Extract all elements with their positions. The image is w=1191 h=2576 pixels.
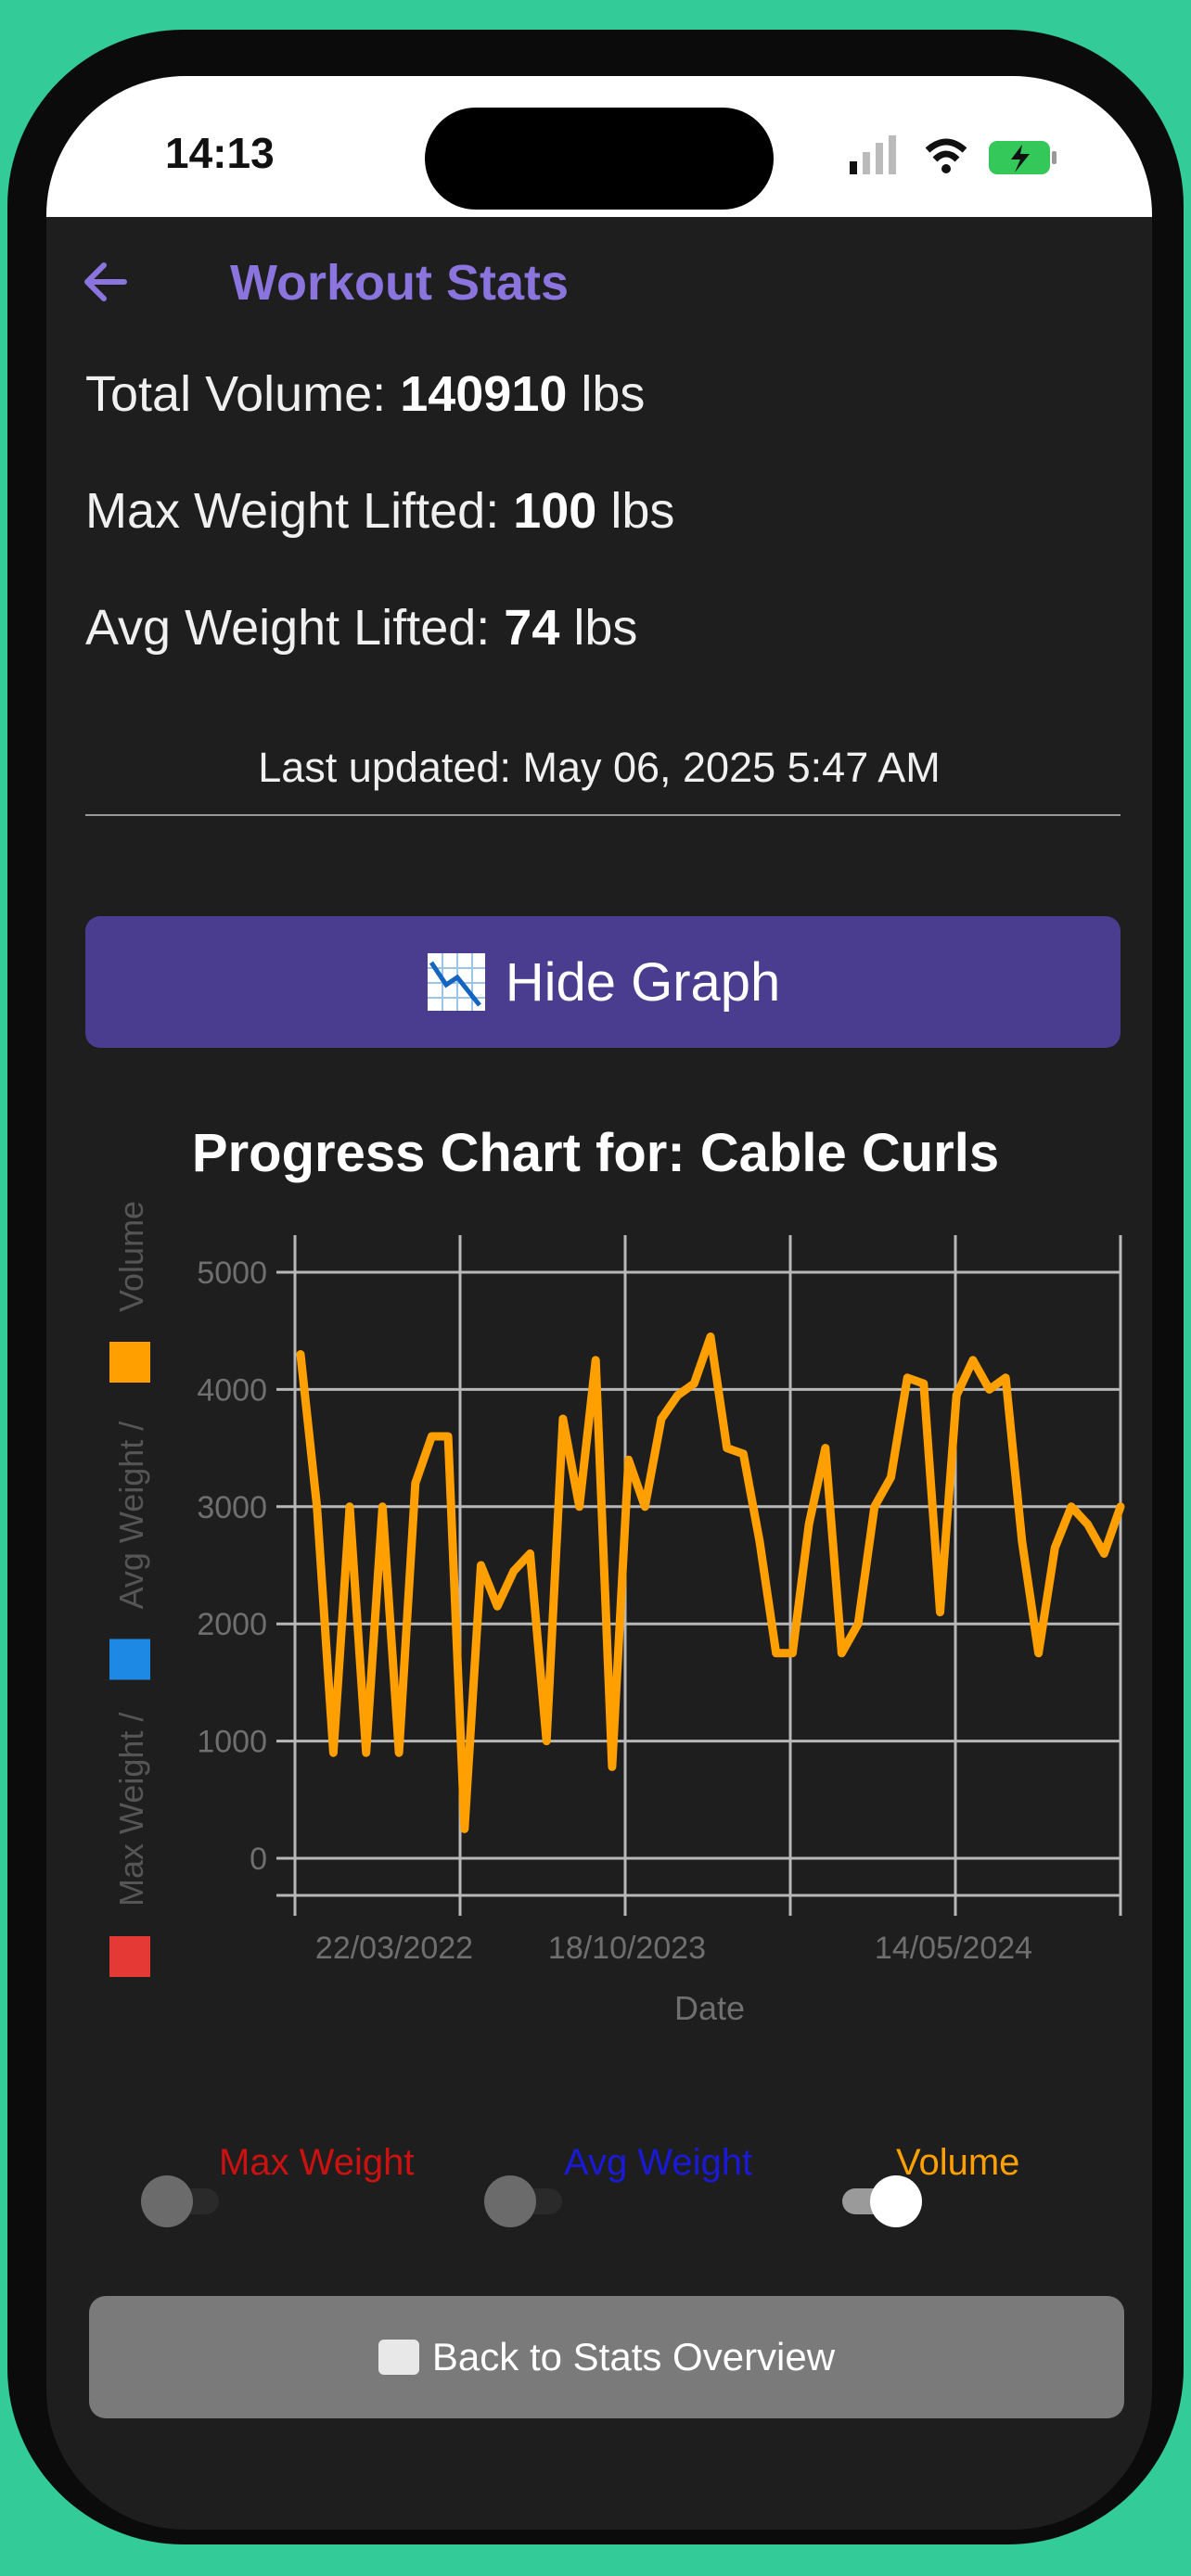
back-to-stats-label: Back to Stats Overview bbox=[431, 2335, 836, 2378]
y-axis-legend: Max Weight / Avg Weight / Volume bbox=[109, 1201, 150, 1977]
y-tick-label: 5000 bbox=[197, 1256, 267, 1291]
legend-swatch bbox=[109, 1936, 150, 1977]
legend-label: Avg Weight / bbox=[112, 1422, 150, 1610]
legend-swatch bbox=[109, 1342, 150, 1383]
toggle-label-avg-weight: Avg Weight bbox=[564, 2142, 753, 2183]
x-tick-label: 14/05/2024 bbox=[875, 1931, 1032, 1966]
max-weight-toggle[interactable] bbox=[139, 2174, 223, 2229]
avg-weight-toggle[interactable] bbox=[482, 2174, 566, 2229]
y-tick-label: 3000 bbox=[197, 1490, 267, 1525]
back-arrow-emoji-icon bbox=[378, 2340, 419, 2375]
x-axis-label: Date bbox=[674, 1989, 745, 2027]
y-tick-label: 4000 bbox=[197, 1372, 267, 1408]
toggle-label-max-weight: Max Weight bbox=[219, 2142, 415, 2183]
app-screen: 14:13 Workout Stats Total Volume: 140910… bbox=[46, 76, 1152, 2530]
y-tick-label: 1000 bbox=[197, 1725, 267, 1760]
x-tick-label: 18/10/2023 bbox=[548, 1931, 706, 1966]
legend-swatch bbox=[109, 1639, 150, 1680]
volume-toggle[interactable] bbox=[839, 2174, 922, 2229]
x-tick-label: 22/03/2022 bbox=[315, 1931, 473, 1966]
back-to-stats-button[interactable]: Back to Stats Overview bbox=[89, 2296, 1124, 2418]
y-tick-label: 2000 bbox=[197, 1607, 267, 1642]
legend-label: Max Weight / bbox=[112, 1713, 150, 1906]
legend-label: Volume bbox=[112, 1201, 150, 1312]
y-tick-label: 0 bbox=[250, 1842, 267, 1877]
series-line-volume bbox=[296, 1333, 1125, 1833]
